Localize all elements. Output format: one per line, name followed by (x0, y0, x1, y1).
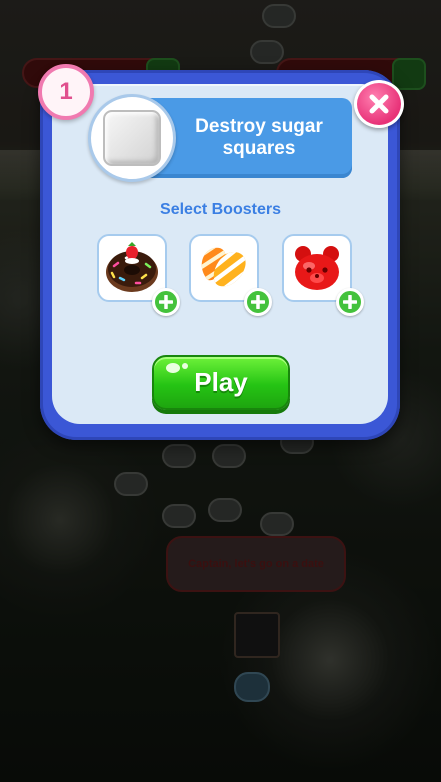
add-booster-button[interactable] (244, 288, 272, 316)
select-boosters-title: Select Boosters (160, 201, 281, 218)
plus-icon (343, 295, 357, 309)
plus-icon (159, 295, 173, 309)
sugar-square-icon (103, 110, 161, 166)
close-button[interactable] (354, 80, 404, 128)
donut-booster-icon (106, 242, 158, 292)
add-booster-button[interactable] (152, 288, 180, 316)
level-goal-text: Destroy sugar squares (195, 116, 323, 159)
goal-icon-frame (88, 94, 176, 182)
jelly-bear-booster-icon (295, 246, 339, 290)
add-booster-button[interactable] (336, 288, 364, 316)
striped-candy-booster-icon (201, 247, 246, 287)
button-shine (182, 363, 188, 369)
plus-icon (251, 295, 265, 309)
close-icon (369, 94, 389, 114)
play-button[interactable]: Play (152, 355, 290, 410)
play-button-label: Play (194, 367, 248, 397)
button-shine (166, 363, 180, 373)
level-number: 1 (59, 78, 73, 105)
level-number-badge: 1 (38, 64, 94, 120)
